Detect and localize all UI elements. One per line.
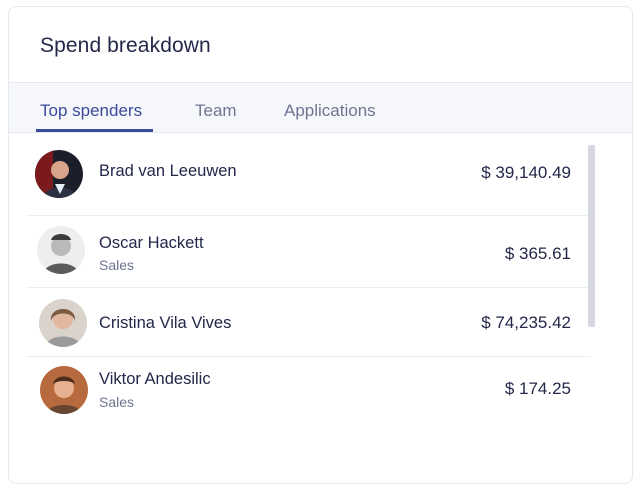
- spender-amount: $ 74,235.42: [481, 313, 571, 332]
- active-tab-indicator: [36, 129, 153, 132]
- spender-amount: $ 365.61: [504, 244, 571, 263]
- list-item[interactable]: Oscar Hackett Sales $ 365.61: [27, 216, 591, 288]
- list-item[interactable]: Cristina Vila Vives $ 74,235.42: [27, 288, 591, 357]
- spenders-list: Brad van Leeuwen $ 39,140.49 Oscar Hacke…: [27, 137, 591, 427]
- spender-department: Sales: [99, 394, 135, 410]
- spender-name: Brad van Leeuwen: [99, 162, 237, 180]
- card-title: Spend breakdown: [40, 34, 211, 57]
- spender-department: Sales: [99, 257, 135, 273]
- scrollbar[interactable]: [588, 145, 595, 327]
- spender-name: Viktor Andesilic: [99, 370, 211, 388]
- list-item[interactable]: Brad van Leeuwen $ 39,140.49: [27, 137, 591, 216]
- spender-name: Cristina Vila Vives: [99, 314, 232, 332]
- avatar: [35, 150, 83, 198]
- list-item[interactable]: Viktor Andesilic Sales $ 174.25: [27, 357, 591, 427]
- avatar: [37, 226, 85, 274]
- tab-team[interactable]: Team: [195, 101, 237, 121]
- avatar: [40, 366, 88, 414]
- avatar: [39, 299, 87, 347]
- spender-amount: $ 174.25: [504, 379, 571, 398]
- spender-name: Oscar Hackett: [99, 234, 204, 252]
- spender-amount: $ 39,140.49: [481, 163, 571, 182]
- tab-top-spenders[interactable]: Top spenders: [40, 101, 142, 121]
- tab-applications[interactable]: Applications: [284, 101, 376, 121]
- tab-bar: Top spenders Team Applications: [9, 82, 632, 133]
